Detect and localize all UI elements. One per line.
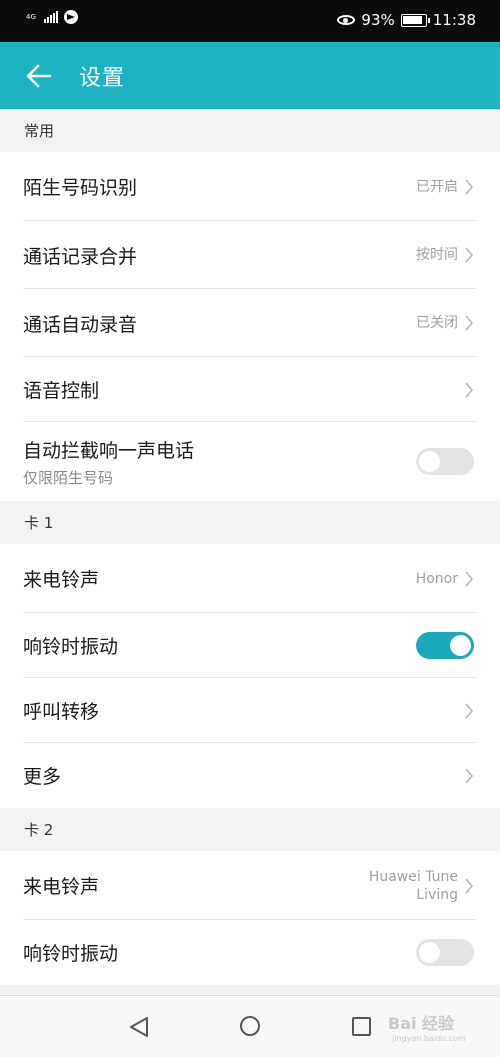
- setting-value-line1: Huawei Tune: [368, 868, 458, 885]
- nav-home-icon[interactable]: [240, 1016, 260, 1036]
- chevron-right-icon: [465, 381, 474, 398]
- section-header-card1: 卡 1: [0, 501, 500, 544]
- toggle-knob: [450, 635, 471, 656]
- setting-value: 已开启: [416, 178, 458, 195]
- battery-icon: [400, 13, 430, 27]
- watermark-url: jingyan.baidu.com: [392, 1034, 466, 1043]
- watermark: Bai 经验: [388, 1014, 455, 1033]
- telegram-icon: [64, 10, 78, 24]
- setting-title: 语音控制: [23, 380, 100, 402]
- chevron-right-icon: [465, 877, 474, 894]
- setting-value: Honor: [415, 570, 458, 587]
- setting-title: 来电铃声: [23, 569, 100, 591]
- eye-comfort-icon: [337, 15, 356, 25]
- setting-title: 呼叫转移: [23, 701, 100, 723]
- battery-percent: 93%: [361, 11, 395, 29]
- chevron-right-icon: [465, 315, 474, 331]
- setting-text: 自动拦截响一声电话 仅限陌生号码: [23, 436, 416, 488]
- page-title: 设置: [79, 66, 126, 91]
- nav-back-icon[interactable]: [128, 1016, 150, 1038]
- setting-call-log-merge[interactable]: 通话记录合并 按时间: [0, 221, 500, 289]
- setting-value: 按时间: [416, 247, 458, 263]
- setting-subtitle: 仅限陌生号码: [23, 468, 114, 487]
- status-left: 4G: [26, 10, 78, 24]
- setting-title: 自动拦截响一声电话: [23, 439, 195, 462]
- setting-value-line2: Living: [416, 886, 458, 903]
- back-arrow-icon[interactable]: [24, 62, 52, 90]
- chevron-right-icon: [465, 178, 474, 195]
- chevron-right-icon: [465, 767, 474, 784]
- card2-vibrate-toggle[interactable]: [416, 939, 474, 966]
- section-header-card2: 卡 2: [0, 808, 500, 851]
- chevron-right-icon: [465, 570, 474, 587]
- setting-card1-ringtone[interactable]: 来电铃声 Honor: [0, 544, 500, 613]
- setting-card1-vibrate[interactable]: 响铃时振动: [0, 613, 500, 678]
- setting-voice-control[interactable]: 语音控制: [0, 357, 500, 422]
- setting-value: Huawei Tune Living: [369, 868, 458, 904]
- chevron-right-icon: [465, 702, 474, 719]
- setting-title: 通话记录合并: [23, 245, 138, 268]
- setting-unknown-number-identify[interactable]: 陌生号码识别 已开启: [0, 152, 500, 221]
- status-bar: 4G 93% 11:38: [0, 0, 500, 42]
- app-bar: 设置: [0, 42, 500, 109]
- section-common: 陌生号码识别 已开启 通话记录合并 按时间 通话自动录音 已关闭 语音控制 自动…: [0, 152, 500, 501]
- setting-title: 响铃时振动: [23, 943, 119, 965]
- setting-title: 陌生号码识别: [23, 177, 138, 199]
- setting-title: 更多: [23, 766, 62, 788]
- section-header-common: 常用: [0, 109, 500, 152]
- setting-title: 通话自动录音: [23, 313, 138, 336]
- setting-card1-more[interactable]: 更多: [0, 743, 500, 808]
- section-card1: 来电铃声 Honor 响铃时振动 呼叫转移 更多: [0, 544, 500, 808]
- status-right: 93% 11:38: [337, 11, 476, 29]
- setting-title: 响铃时振动: [23, 636, 119, 658]
- setting-card2-vibrate[interactable]: 响铃时振动: [0, 920, 500, 985]
- setting-block-one-ring[interactable]: 自动拦截响一声电话 仅限陌生号码: [0, 422, 500, 501]
- nav-recent-apps-icon[interactable]: [352, 1017, 371, 1036]
- setting-auto-record[interactable]: 通话自动录音 已关闭: [0, 289, 500, 357]
- setting-card2-ringtone[interactable]: 来电铃声 Huawei Tune Living: [0, 851, 500, 920]
- signal-icon: [44, 11, 58, 23]
- toggle-knob: [419, 942, 440, 963]
- clock: 11:38: [432, 11, 476, 29]
- setting-value: 已关闭: [416, 315, 458, 331]
- chevron-right-icon: [465, 247, 474, 263]
- block-one-ring-toggle[interactable]: [416, 448, 474, 475]
- system-nav-bar: Bai 经验 jingyan.baidu.com: [0, 995, 500, 1057]
- card1-vibrate-toggle[interactable]: [416, 632, 474, 659]
- toggle-knob: [419, 451, 440, 472]
- section-card2: 来电铃声 Huawei Tune Living 响铃时振动: [0, 851, 500, 985]
- setting-title: 来电铃声: [23, 876, 100, 898]
- network-type: 4G: [26, 13, 36, 21]
- setting-card1-call-forwarding[interactable]: 呼叫转移: [0, 678, 500, 743]
- settings-list: 常用 陌生号码识别 已开启 通话记录合并 按时间 通话自动录音 已关闭 语音控制…: [0, 109, 500, 985]
